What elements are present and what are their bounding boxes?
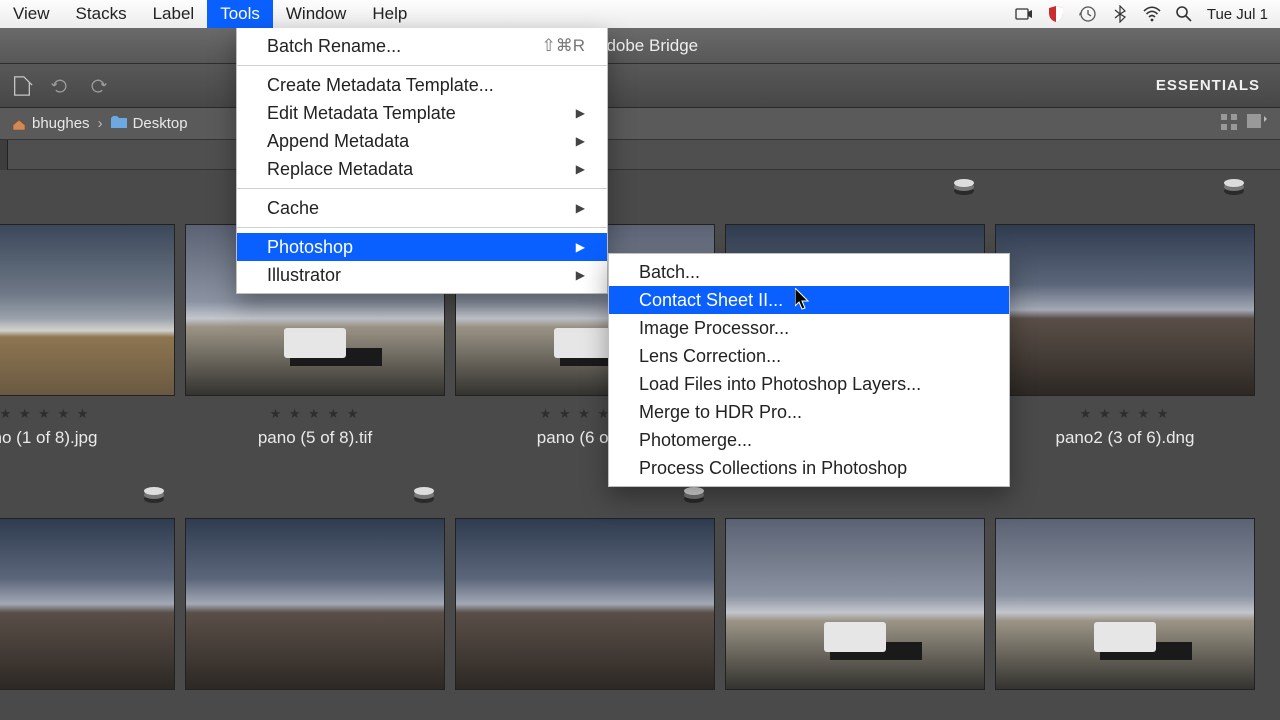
thumbnail-image[interactable]	[0, 224, 175, 396]
thumbnail-filename: pano (5 of 8).tif	[258, 428, 372, 448]
menu-batch-rename[interactable]: Batch Rename... ⇧⌘R	[237, 32, 607, 60]
redo-icon[interactable]	[86, 74, 110, 98]
thumbnail-cell[interactable]	[990, 488, 1260, 690]
submenu-arrow-icon: ▶	[576, 201, 585, 215]
breadcrumb-home[interactable]: bhughes	[12, 115, 90, 132]
menu-separator	[237, 227, 607, 228]
menu-label[interactable]: Label	[140, 0, 208, 28]
grid-view-icon[interactable]	[1220, 113, 1238, 135]
menu-separator	[237, 188, 607, 189]
submenu-arrow-icon: ▶	[576, 134, 585, 148]
app-toolbar: ESSENTIALS	[0, 64, 1280, 108]
window-titlebar: – Adobe Bridge	[0, 28, 1280, 64]
breadcrumb-label: Desktop	[133, 115, 188, 132]
submenu-arrow-icon: ▶	[576, 268, 585, 282]
menu-illustrator[interactable]: Illustrator▶	[237, 261, 607, 289]
mac-menubar: View Stacks Label Tools Window Help Tue …	[0, 0, 1280, 28]
menu-separator	[237, 65, 607, 66]
bluetooth-icon[interactable]	[1111, 5, 1129, 23]
workspace-essentials[interactable]: ESSENTIALS	[1156, 77, 1270, 94]
shield-icon[interactable]	[1047, 5, 1065, 23]
submenu-batch[interactable]: Batch...	[609, 258, 1009, 286]
thumbnail-cell[interactable]: ★ ★ ★ ★ ★ no (1 of 8).jpg	[0, 180, 180, 448]
stack-badge-icon[interactable]	[1223, 178, 1245, 196]
submenu-lens-correction[interactable]: Lens Correction...	[609, 342, 1009, 370]
panel-tab[interactable]	[0, 140, 8, 170]
submenu-photomerge[interactable]: Photomerge...	[609, 426, 1009, 454]
thumbnail-image[interactable]	[995, 518, 1255, 690]
thumbnail-cell[interactable]	[180, 488, 450, 690]
submenu-merge-hdr[interactable]: Merge to HDR Pro...	[609, 398, 1009, 426]
breadcrumb-label: bhughes	[32, 115, 90, 132]
thumbnail-image[interactable]	[0, 518, 175, 690]
submenu-arrow-icon: ▶	[576, 162, 585, 176]
submenu-image-processor[interactable]: Image Processor...	[609, 314, 1009, 342]
stack-badge-icon[interactable]	[413, 486, 435, 504]
stack-badge-icon[interactable]	[143, 486, 165, 504]
screen-record-icon[interactable]	[1015, 5, 1033, 23]
menu-shortcut: ⇧⌘R	[541, 36, 585, 56]
menu-photoshop[interactable]: Photoshop▶	[237, 233, 607, 261]
menu-label: Batch Rename...	[267, 36, 401, 57]
undo-icon[interactable]	[48, 74, 72, 98]
breadcrumb-bar: bhughes › Desktop	[0, 108, 1280, 140]
thumbnail-grid	[0, 488, 1280, 690]
thumbnail-cell[interactable]	[450, 488, 720, 690]
rating-stars[interactable]: ★ ★ ★ ★ ★	[270, 406, 361, 422]
home-icon	[12, 118, 26, 130]
thumbnail-image[interactable]	[725, 518, 985, 690]
menu-edit-metadata-template[interactable]: Edit Metadata Template▶	[237, 99, 607, 127]
menu-stacks[interactable]: Stacks	[63, 0, 140, 28]
thumbnail-cell[interactable]	[0, 488, 180, 690]
thumbnail-cell[interactable]	[720, 488, 990, 690]
submenu-process-collections[interactable]: Process Collections in Photoshop	[609, 454, 1009, 482]
breadcrumb-desktop[interactable]: Desktop	[111, 115, 188, 132]
thumbnail-filename: pano2 (3 of 6).dng	[1056, 428, 1195, 448]
time-machine-icon[interactable]	[1079, 5, 1097, 23]
thumbnail-image[interactable]	[185, 518, 445, 690]
rating-stars[interactable]: ★ ★ ★ ★ ★	[1080, 406, 1171, 422]
folder-icon	[111, 115, 127, 132]
submenu-arrow-icon: ▶	[576, 106, 585, 120]
rating-stars[interactable]: ★ ★ ★ ★ ★	[0, 406, 90, 422]
breadcrumb-separator-icon: ›	[98, 115, 103, 132]
stack-badge-icon[interactable]	[953, 178, 975, 196]
stack-badge-icon[interactable]	[683, 486, 705, 504]
menu-window[interactable]: Window	[273, 0, 359, 28]
thumbnail-cell[interactable]: ★ ★ ★ ★ ★ pano2 (3 of 6).dng	[990, 180, 1260, 448]
spotlight-icon[interactable]	[1175, 5, 1193, 23]
menu-view[interactable]: View	[0, 0, 63, 28]
tools-dropdown: Batch Rename... ⇧⌘R Create Metadata Temp…	[236, 28, 608, 294]
menu-help[interactable]: Help	[359, 0, 420, 28]
thumbnail-filename: no (1 of 8).jpg	[0, 428, 97, 448]
panel-tabstrip	[0, 140, 1280, 170]
menu-tools[interactable]: Tools	[207, 0, 273, 28]
submenu-arrow-icon: ▶	[576, 240, 585, 254]
thumb-options-icon[interactable]	[1246, 113, 1268, 135]
mouse-cursor-icon	[795, 288, 813, 312]
submenu-load-files-layers[interactable]: Load Files into Photoshop Layers...	[609, 370, 1009, 398]
menubar-clock[interactable]: Tue Jul 1	[1207, 6, 1268, 23]
thumbnail-image[interactable]	[455, 518, 715, 690]
menubar-status-area: Tue Jul 1	[1015, 5, 1280, 23]
menu-replace-metadata[interactable]: Replace Metadata▶	[237, 155, 607, 183]
wifi-icon[interactable]	[1143, 5, 1161, 23]
thumbnail-image[interactable]	[995, 224, 1255, 396]
new-doc-icon[interactable]	[10, 74, 34, 98]
menu-create-metadata-template[interactable]: Create Metadata Template...	[237, 71, 607, 99]
menu-append-metadata[interactable]: Append Metadata▶	[237, 127, 607, 155]
menu-cache[interactable]: Cache▶	[237, 194, 607, 222]
